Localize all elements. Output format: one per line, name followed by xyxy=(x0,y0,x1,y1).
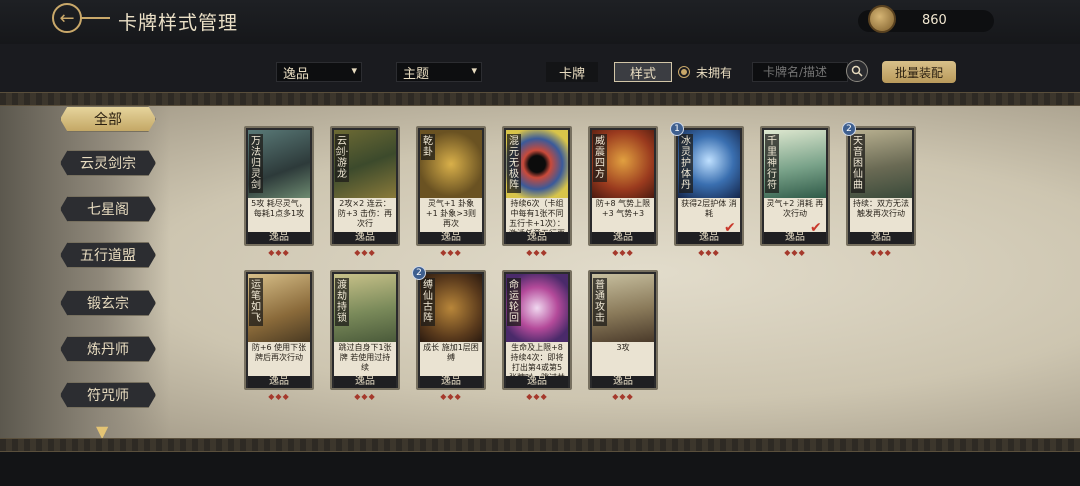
card-description: 防+6 使用下张牌后再次行动 xyxy=(248,342,310,376)
card-rarity-label: 逸品 xyxy=(248,232,310,244)
card-tile[interactable]: 渡劫持锁 跳过自身下1张牌 若使用过持续 逸品 xyxy=(330,270,400,390)
batch-equip-button[interactable]: 批量装配 xyxy=(882,61,956,83)
card-rarity-label: 逸品 xyxy=(506,232,568,244)
card-rarity-label: 逸品 xyxy=(850,232,912,244)
card-rank-diamonds: ◆◆◆ xyxy=(784,248,806,257)
card-rank-diamonds: ◆◆◆ xyxy=(268,248,290,257)
card-name: 普通攻击 xyxy=(593,278,607,326)
not-owned-label: 未拥有 xyxy=(696,66,733,80)
top-border-band xyxy=(0,92,1080,106)
bottom-border-band xyxy=(0,438,1080,452)
card-name: 运笔如飞 xyxy=(249,278,263,326)
back-line-decoration xyxy=(80,17,110,19)
card-rank-diamonds: ◆◆◆ xyxy=(354,392,376,401)
card-rarity-label: 逸品 xyxy=(420,376,482,388)
card-rank-diamonds: ◆◆◆ xyxy=(612,248,634,257)
card-style-panel: 全部 云灵剑宗 七星阁 五行道盟 锻玄宗 炼丹师 符咒师 万法归灵剑 5攻 耗尽… xyxy=(0,106,1080,441)
card-name: 天音困仙曲 xyxy=(851,134,865,193)
card-rank-diamonds: ◆◆◆ xyxy=(268,392,290,401)
card-description: 防+8 气势上限+3 气势+3 xyxy=(592,198,654,232)
search-icon xyxy=(851,65,863,77)
page-title: 卡牌样式管理 xyxy=(118,12,239,34)
card-name: 威震四方 xyxy=(593,134,607,182)
card-tile[interactable]: 天音困仙曲 持续：双方无法触发再次行动 逸品 xyxy=(846,126,916,246)
theme-select[interactable]: 主题 ▾ xyxy=(396,62,482,82)
card-name: 乾卦 xyxy=(421,134,435,160)
card-rarity-label: 逸品 xyxy=(420,232,482,244)
chevron-down-icon: ▾ xyxy=(471,64,477,77)
sidebar-item-fuzhou[interactable]: 符咒师 xyxy=(60,382,156,408)
card-rank-diamonds: ◆◆◆ xyxy=(870,248,892,257)
sidebar-item-qixing[interactable]: 七星阁 xyxy=(60,196,156,222)
back-button[interactable]: ← xyxy=(52,3,112,33)
checkmark-icon: ✔ xyxy=(810,220,822,236)
sidebar-item-all[interactable]: 全部 xyxy=(60,106,156,132)
card-rank-diamonds: ◆◆◆ xyxy=(440,248,462,257)
card-rarity-label: 逸品 xyxy=(592,232,654,244)
rarity-select-value: 逸品 xyxy=(283,66,310,82)
card-description: 持续6次（卡组中每有1张不同五行卡+1次）：激活任意五行再次 xyxy=(506,198,568,232)
currency-display: 860 xyxy=(858,5,994,33)
level-badge: 2 xyxy=(842,122,856,136)
card-rank-diamonds: ◆◆◆ xyxy=(354,248,376,257)
sidebar-item-liandan[interactable]: 炼丹师 xyxy=(60,336,156,362)
card-description: 跳过自身下1张牌 若使用过持续 xyxy=(334,342,396,376)
card-name: 万法归灵剑 xyxy=(249,134,263,193)
checkmark-icon: ✔ xyxy=(724,220,736,236)
card-name: 冰灵护体丹 xyxy=(679,134,693,193)
card-description: 5攻 耗尽灵气，每耗1点多1攻 xyxy=(248,198,310,232)
card-tile[interactable]: 缚仙古阵 成长 施加1层困缚 逸品 xyxy=(416,270,486,390)
card-tile[interactable]: 普通攻击 3攻 逸品 xyxy=(588,270,658,390)
card-name: 混元无极阵 xyxy=(507,134,521,193)
card-description: 持续：双方无法触发再次行动 xyxy=(850,198,912,232)
bottom-strip xyxy=(0,452,1080,486)
card-tile[interactable]: 运笔如飞 防+6 使用下张牌后再次行动 逸品 xyxy=(244,270,314,390)
tab-card[interactable]: 卡牌 xyxy=(546,62,598,82)
card-description: 3攻 xyxy=(592,342,654,376)
not-owned-radio[interactable] xyxy=(678,66,690,78)
card-tile[interactable]: 云剑·游龙 2攻×2 连云：防+3 击伤：再次行 逸品 xyxy=(330,126,400,246)
card-rarity-label: 逸品 xyxy=(248,376,310,388)
card-rarity-label: 逸品 xyxy=(592,376,654,388)
top-bar: ← 卡牌样式管理 860 xyxy=(0,0,1080,44)
back-arrow-icon: ← xyxy=(52,3,82,33)
card-description: 2攻×2 连云：防+3 击伤：再次行 xyxy=(334,198,396,232)
coin-icon xyxy=(868,5,896,33)
filter-row: 逸品 ▾ 主题 ▾ 卡牌 样式 未拥有 批量装配 xyxy=(0,54,1080,88)
currency-value: 860 xyxy=(922,13,947,28)
level-badge: 2 xyxy=(412,266,426,280)
card-tile[interactable]: 乾卦 灵气+1 卦象+1 卦象>3则再次 逸品 xyxy=(416,126,486,246)
card-rank-diamonds: ◆◆◆ xyxy=(612,392,634,401)
card-name: 云剑·游龙 xyxy=(335,134,349,182)
card-name: 渡劫持锁 xyxy=(335,278,349,326)
sidebar-item-duanxuan[interactable]: 锻玄宗 xyxy=(60,290,156,316)
card-tile[interactable]: 威震四方 防+8 气势上限+3 气势+3 逸品 xyxy=(588,126,658,246)
chevron-down-icon: ▾ xyxy=(351,64,357,77)
card-rarity-label: 逸品 xyxy=(506,376,568,388)
card-name: 千里神行符 xyxy=(765,134,779,193)
card-name: 命运轮回 xyxy=(507,278,521,326)
sidebar: 全部 云灵剑宗 七星阁 五行道盟 锻玄宗 炼丹师 符咒师 xyxy=(0,106,170,438)
card-rank-diamonds: ◆◆◆ xyxy=(526,392,548,401)
rarity-select[interactable]: 逸品 ▾ xyxy=(276,62,362,82)
card-rank-diamonds: ◆◆◆ xyxy=(526,248,548,257)
card-rarity-label: 逸品 xyxy=(334,232,396,244)
card-description: 灵气+1 卦象+1 卦象>3则再次 xyxy=(420,198,482,232)
card-rank-diamonds: ◆◆◆ xyxy=(440,392,462,401)
search-input[interactable] xyxy=(752,62,848,82)
sidebar-item-wuxing[interactable]: 五行道盟 xyxy=(60,242,156,268)
tab-style[interactable]: 样式 xyxy=(614,62,672,82)
card-description: 成长 施加1层困缚 xyxy=(420,342,482,376)
card-description: 生命及上限+8 持续4次：即将打出第4或第5张牌时，跳过并抽发 xyxy=(506,342,568,376)
card-tile[interactable]: 混元无极阵 持续6次（卡组中每有1张不同五行卡+1次）：激活任意五行再次 逸品 xyxy=(502,126,572,246)
level-badge: 1 xyxy=(670,122,684,136)
card-rank-diamonds: ◆◆◆ xyxy=(698,248,720,257)
card-tile[interactable]: 命运轮回 生命及上限+8 持续4次：即将打出第4或第5张牌时，跳过并抽发 逸品 xyxy=(502,270,572,390)
theme-select-value: 主题 xyxy=(403,66,430,82)
card-name: 缚仙古阵 xyxy=(421,278,435,326)
sidebar-item-yunling[interactable]: 云灵剑宗 xyxy=(60,150,156,176)
search-button[interactable] xyxy=(846,60,868,82)
card-tile[interactable]: 万法归灵剑 5攻 耗尽灵气，每耗1点多1攻 逸品 xyxy=(244,126,314,246)
card-rarity-label: 逸品 xyxy=(334,376,396,388)
